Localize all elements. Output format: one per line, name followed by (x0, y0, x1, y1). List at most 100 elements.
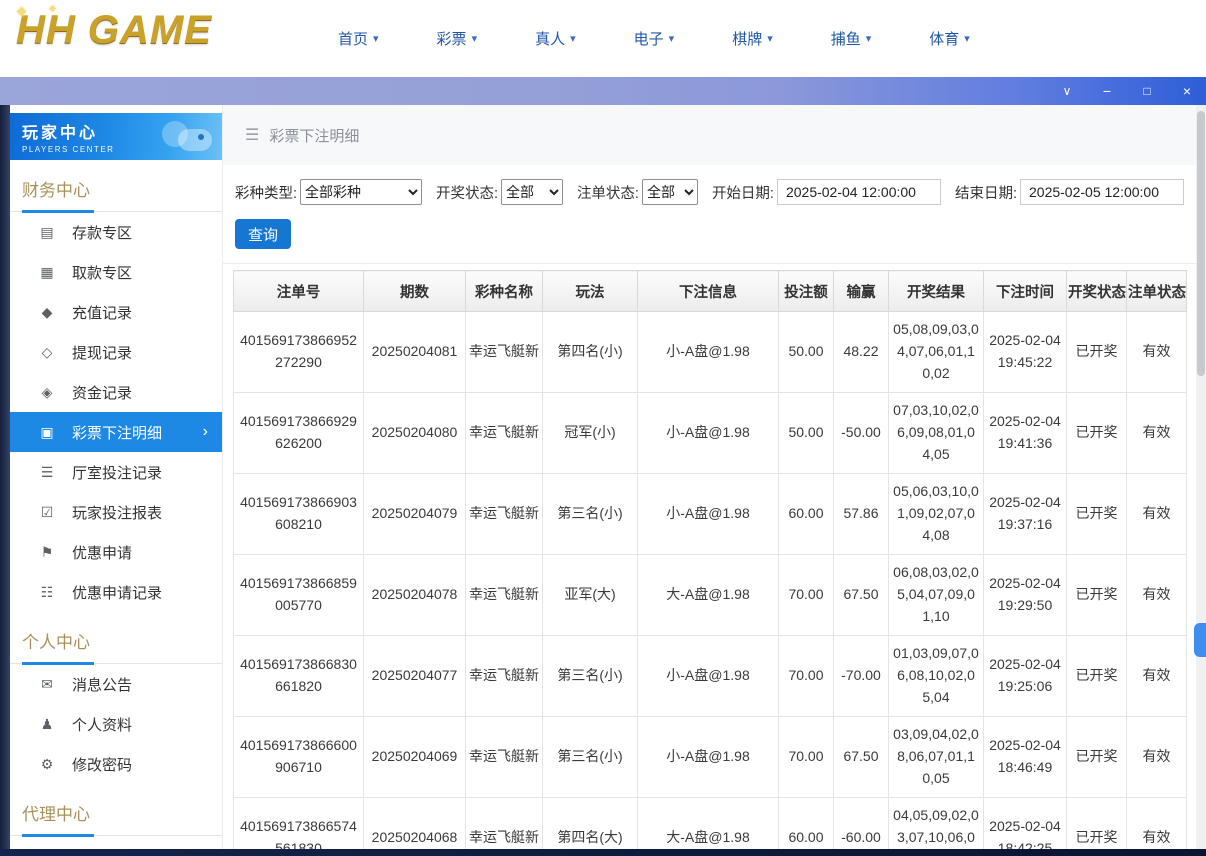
cell-bet-info: 大-A盘@1.98 (638, 555, 779, 636)
cell-play-type: 第三名(小) (543, 474, 638, 555)
cell-lottery-name: 幸运飞艇新 (466, 798, 543, 856)
nav-label: 体育 (929, 28, 959, 49)
cell-period: 20250204069 (364, 717, 466, 798)
bet-details-table: 注单号 期数 彩种名称 玩法 下注信息 投注额 输赢 开奖结果 下注时间 开奖状… (233, 270, 1187, 856)
game-controller-graphic (154, 117, 214, 157)
filter-panel: 彩种类型: 全部彩种 开奖状态: 全部 注单状态: 全部 开始日期: 结束日期: (223, 165, 1196, 264)
nav-item-lottery[interactable]: 彩票 ▾ (437, 28, 478, 49)
section-title-agent: 代理中心 (10, 784, 222, 836)
logo[interactable]: HH GAME (16, 8, 212, 53)
order-status-label: 注单状态: (577, 182, 639, 203)
sidebar-item-change-password[interactable]: ⚙ 修改密码 (10, 744, 222, 784)
menu-icon[interactable]: ☰ (245, 125, 259, 145)
nav-label: 棋牌 (732, 28, 762, 49)
sidebar-item-lottery-bet-details[interactable]: ▣ 彩票下注明细 › (10, 412, 222, 452)
chevron-down-icon: ▾ (570, 32, 576, 45)
cell-period: 20250204081 (364, 312, 466, 393)
sidebar-item-withdrawal-records[interactable]: ◇ 提现记录 (10, 332, 222, 372)
section-title-personal: 个人中心 (10, 612, 222, 664)
cell-period: 20250204068 (364, 798, 466, 856)
table-header-cell: 开奖结果 (889, 271, 984, 312)
cell-draw-status: 已开奖 (1067, 474, 1127, 555)
sidebar-item-recharge-records[interactable]: ◆ 充值记录 (10, 292, 222, 332)
sidebar-item-deposit[interactable]: ▤ 存款专区 (10, 212, 222, 252)
profile-icon: ♟ (38, 716, 56, 733)
nav-item-fishing[interactable]: 捕鱼 ▾ (831, 28, 872, 49)
order-status-select[interactable]: 全部 (642, 179, 698, 205)
cell-bet-time: 2025-02-04 19:41:36 (984, 393, 1067, 474)
nav-item-board-games[interactable]: 棋牌 ▾ (732, 28, 773, 49)
window-maximize-button[interactable]: □ (1138, 85, 1156, 97)
table-header-cell: 期数 (364, 271, 466, 312)
cell-draw-result: 01,03,09,07,06,08,10,02,05,04 (889, 636, 984, 717)
table-header-cell: 玩法 (543, 271, 638, 312)
chevron-down-icon: ▾ (373, 32, 379, 45)
nav-item-home[interactable]: 首页 ▾ (338, 28, 379, 49)
cell-bet-info: 小-A盘@1.98 (638, 393, 779, 474)
scrollbar-thumb[interactable] (1197, 111, 1205, 376)
window-close-button[interactable]: × (1178, 84, 1196, 98)
cell-order-status: 有效 (1127, 312, 1187, 393)
sidebar-item-promo-apply[interactable]: ⚑ 优惠申请 (10, 532, 222, 572)
cell-bet-amount: 50.00 (779, 312, 834, 393)
floating-widget[interactable] (1194, 623, 1206, 657)
sidebar-item-room-bet-records[interactable]: ☰ 厅室投注记录 (10, 452, 222, 492)
table-header-row: 注单号 期数 彩种名称 玩法 下注信息 投注额 输赢 开奖结果 下注时间 开奖状… (234, 271, 1187, 312)
window-chevron-button[interactable]: ∨ (1058, 85, 1076, 97)
sidebar-item-announcements[interactable]: ✉ 消息公告 (10, 664, 222, 704)
chevron-down-icon: ▾ (964, 32, 970, 45)
sidebar-item-profile[interactable]: ♟ 个人资料 (10, 704, 222, 744)
password-gear-icon: ⚙ (38, 756, 56, 773)
breadcrumb: ☰ 彩票下注明细 (223, 105, 1196, 165)
cell-draw-result: 05,06,03,10,01,09,02,07,04,08 (889, 474, 984, 555)
nav-item-electronic[interactable]: 电子 ▾ (634, 28, 675, 49)
cell-lottery-name: 幸运飞艇新 (466, 474, 543, 555)
cell-lottery-name: 幸运飞艇新 (466, 636, 543, 717)
nav-label: 真人 (535, 28, 565, 49)
table-header-cell: 下注时间 (984, 271, 1067, 312)
cell-bet-time: 2025-02-04 18:42:25 (984, 798, 1067, 856)
end-date-input[interactable] (1020, 179, 1184, 205)
cell-order-number: 401569173866952272290 (234, 312, 364, 393)
nav-item-live[interactable]: 真人 ▾ (535, 28, 576, 49)
table-header-cell: 彩种名称 (466, 271, 543, 312)
sidebar-item-withdraw[interactable]: ▦ 取款专区 (10, 252, 222, 292)
draw-status-select[interactable]: 全部 (501, 179, 563, 205)
cell-period: 20250204077 (364, 636, 466, 717)
cell-order-number: 401569173866859005770 (234, 555, 364, 636)
cell-win-loss: -70.00 (834, 636, 889, 717)
recharge-record-icon: ◆ (38, 304, 56, 321)
cell-bet-time: 2025-02-04 19:37:16 (984, 474, 1067, 555)
table-row: 401569173866830661820 20250204077 幸运飞艇新 … (234, 636, 1187, 717)
window-bottom-edge (0, 849, 1206, 856)
cell-win-loss: -50.00 (834, 393, 889, 474)
window-minimize-button[interactable]: − (1098, 84, 1116, 98)
cell-period: 20250204078 (364, 555, 466, 636)
lottery-type-select[interactable]: 全部彩种 (300, 179, 422, 205)
search-button[interactable]: 查询 (235, 219, 291, 249)
start-date-input[interactable] (777, 179, 941, 205)
cell-draw-result: 05,08,09,03,04,07,06,01,10,02 (889, 312, 984, 393)
promo-apply-icon: ⚑ (38, 544, 56, 561)
cell-order-status: 有效 (1127, 717, 1187, 798)
cell-win-loss: 67.50 (834, 555, 889, 636)
sidebar-item-promo-apply-records[interactable]: ☷ 优惠申请记录 (10, 572, 222, 612)
nav-item-sports[interactable]: 体育 ▾ (929, 28, 970, 49)
cell-win-loss: 48.22 (834, 312, 889, 393)
scrollbar[interactable] (1196, 105, 1206, 856)
table-row: 401569173866903608210 20250204079 幸运飞艇新 … (234, 474, 1187, 555)
cell-play-type: 第三名(小) (543, 717, 638, 798)
nav-label: 电子 (634, 28, 664, 49)
chevron-down-icon: ▾ (866, 32, 872, 45)
player-report-icon: ☑ (38, 504, 56, 521)
cell-lottery-name: 幸运飞艇新 (466, 393, 543, 474)
cell-win-loss: -60.00 (834, 798, 889, 856)
cell-bet-info: 大-A盘@1.98 (638, 798, 779, 856)
cell-bet-time: 2025-02-04 19:25:06 (984, 636, 1067, 717)
app-body: 玩家中心 PLAYERS CENTER 财务中心 ▤ 存款专区 ▦ 取款专区 ◆… (0, 105, 1206, 856)
chevron-down-icon: ▾ (767, 32, 773, 45)
sidebar-item-fund-records[interactable]: ◈ 资金记录 (10, 372, 222, 412)
withdrawal-record-icon: ◇ (38, 344, 56, 361)
sidebar-item-player-bet-report[interactable]: ☑ 玩家投注报表 (10, 492, 222, 532)
cell-period: 20250204079 (364, 474, 466, 555)
